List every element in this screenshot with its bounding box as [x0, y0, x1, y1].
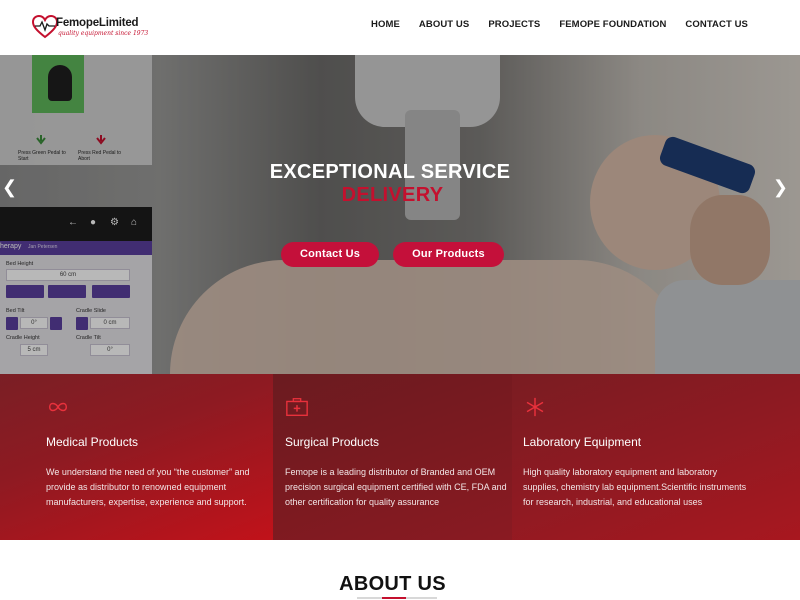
heart-logo-icon	[32, 14, 58, 39]
nav-projects[interactable]: PROJECTS	[488, 19, 540, 30]
nav-home[interactable]: HOME	[371, 19, 400, 30]
asterisk-icon	[526, 397, 544, 417]
nav-contact-us[interactable]: CONTACT US	[685, 19, 748, 30]
logo-tagline: quality equipment since 1973	[58, 30, 149, 37]
infinity-icon	[48, 402, 68, 412]
nav-about-us[interactable]: ABOUT US	[419, 19, 469, 30]
hero-subtitle: DELIVERY	[341, 184, 444, 206]
title-divider-accent	[382, 597, 406, 599]
our-products-button[interactable]: Our Products	[393, 242, 504, 267]
logo-name: FemopeLimited	[56, 17, 139, 29]
feature-title: Medical Products	[46, 435, 139, 449]
feature-description: High quality laboratory equipment and la…	[523, 467, 747, 507]
feature-description: We understand the need of you “the custo…	[46, 467, 250, 507]
site-header: FemopeLimited quality equipment since 19…	[0, 0, 800, 55]
logo[interactable]: FemopeLimited quality equipment since 19…	[32, 14, 148, 40]
hero-slider: Press Green Pedal to Start Press Red Ped…	[0, 55, 800, 374]
about-section: ABOUT US	[0, 540, 800, 600]
nav-femope-foundation[interactable]: FEMOPE FOUNDATION	[559, 19, 666, 30]
features-section: Medical Products We understand the need …	[0, 374, 800, 540]
feature-card-medical[interactable]: Medical Products We understand the need …	[0, 374, 273, 540]
contact-us-button[interactable]: Contact Us	[281, 242, 379, 267]
feature-title: Surgical Products	[285, 435, 380, 449]
feature-description: Femope is a leading distributor of Brand…	[285, 467, 507, 507]
hero-title: EXCEPTIONAL SERVICE	[269, 161, 511, 183]
feature-title: Laboratory Equipment	[523, 435, 642, 449]
feature-card-surgical[interactable]: Surgical Products Femope is a leading di…	[273, 374, 512, 540]
feature-card-laboratory[interactable]: Laboratory Equipment High quality labora…	[512, 374, 800, 540]
main-nav: HOME ABOUT US PROJECTS FEMOPE FOUNDATION…	[352, 19, 748, 30]
about-title: ABOUT US	[339, 573, 446, 595]
hero-overlay	[0, 55, 800, 374]
medical-kit-icon	[286, 398, 308, 417]
